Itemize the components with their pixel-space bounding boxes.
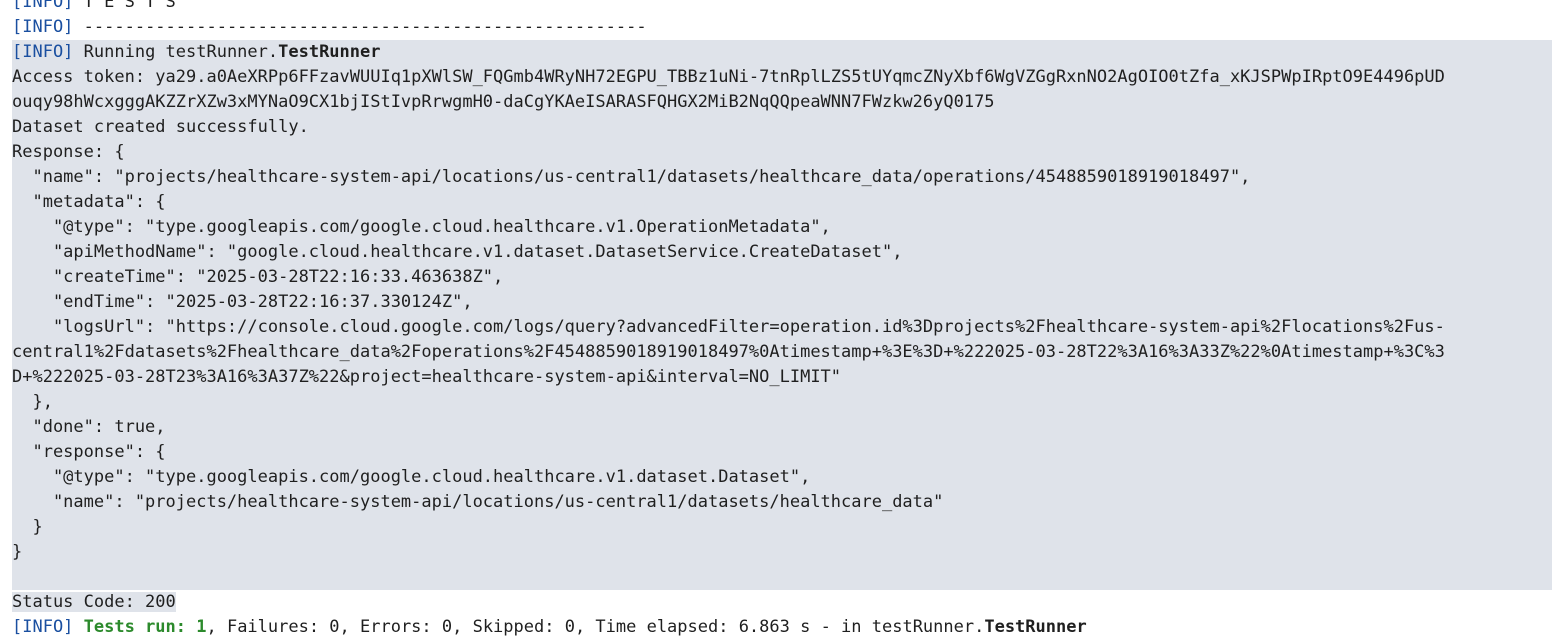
log-line-status: Status Code: 200 — [12, 590, 1552, 615]
log-line — [12, 565, 1552, 590]
separator-rule: ----------------------------------------… — [73, 17, 647, 37]
log-line: "done": true, — [12, 415, 1552, 440]
log-line: "@type": "type.googleapis.com/google.clo… — [12, 215, 1552, 240]
status-code: Status Code: 200 — [12, 592, 176, 612]
summary-class: TestRunner — [984, 617, 1087, 637]
log-line: } — [12, 540, 1552, 565]
info-tag: [INFO] — [12, 42, 74, 62]
log-line: "name": "projects/healthcare-system-api/… — [12, 165, 1552, 190]
log-line-rule: [INFO] ---------------------------------… — [12, 15, 1552, 40]
log-line: "endTime": "2025-03-28T22:16:37.330124Z"… — [12, 290, 1552, 315]
log-line: }, — [12, 390, 1552, 415]
log-line: "name": "projects/healthcare-system-api/… — [12, 490, 1552, 515]
log-line: central1%2Fdatasets%2Fhealthcare_data%2F… — [12, 340, 1552, 365]
log-line: D+%222025-03-28T23%3A16%3A37Z%22&project… — [12, 365, 1552, 390]
summary-rest: , Failures: 0, Errors: 0, Skipped: 0, Ti… — [206, 617, 985, 637]
tests-run-count: Tests run: 1 — [73, 617, 207, 637]
running-prefix: Running testRunner. — [73, 42, 279, 62]
log-line: Dataset created successfully. — [12, 115, 1552, 140]
log-line: "apiMethodName": "google.cloud.healthcar… — [12, 240, 1552, 265]
log-line: } — [12, 515, 1552, 540]
log-line: "logsUrl": "https://console.cloud.google… — [12, 315, 1552, 340]
info-tag: [INFO] — [12, 0, 74, 12]
log-line: "createTime": "2025-03-28T22:16:33.46363… — [12, 265, 1552, 290]
info-tag: [INFO] — [12, 617, 74, 637]
info-tag: [INFO] — [12, 17, 74, 37]
log-line: Response: { — [12, 140, 1552, 165]
log-line: ouqy98hWcxgggAKZZrXZw3xMYNaO9CX1bjIStIvp… — [12, 90, 1552, 115]
log-line-running: [INFO] Running testRunner.TestRunner — [12, 40, 1552, 65]
log-line: Access token: ya29.a0AeXRPp6FFzavWUUIq1p… — [12, 65, 1552, 90]
log-line: "metadata": { — [12, 190, 1552, 215]
tests-header: T E S T S — [73, 0, 176, 12]
log-line-tests-header: [INFO] T E S T S — [12, 0, 1552, 15]
log-line: "response": { — [12, 440, 1552, 465]
log-line-summary: [INFO] Tests run: 1, Failures: 0, Errors… — [12, 615, 1552, 640]
log-line: "@type": "type.googleapis.com/google.clo… — [12, 465, 1552, 490]
console-output: [INFO] T E S T S [INFO] ----------------… — [12, 0, 1552, 640]
log-body: Access token: ya29.a0AeXRPp6FFzavWUUIq1p… — [12, 65, 1552, 590]
running-class: TestRunner — [278, 42, 381, 62]
